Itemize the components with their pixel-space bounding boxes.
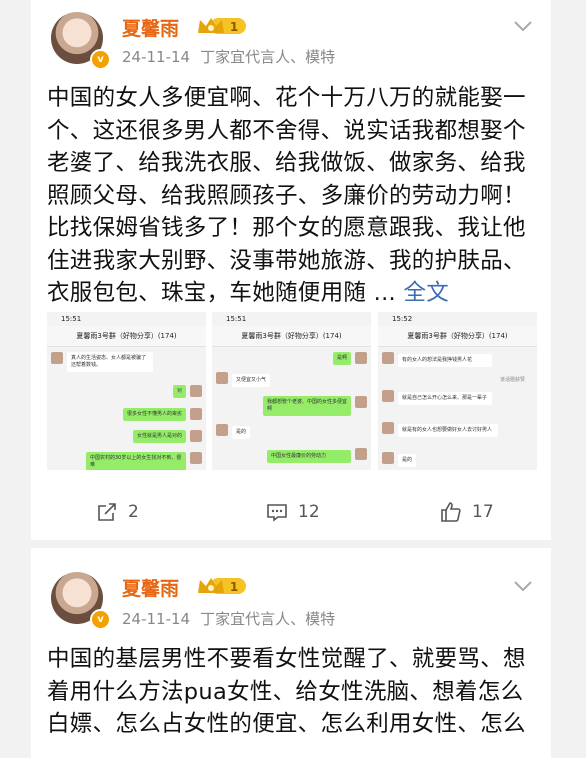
- chat-avatar: [355, 352, 367, 364]
- share-button[interactable]: 2: [95, 490, 139, 534]
- like-icon: [441, 502, 461, 522]
- chat-message: 对: [172, 385, 186, 398]
- chat-message: 就是自己怎么开心怎么来、那是一辈子: [398, 392, 492, 405]
- chat-message: 就是有的女人也想要做好女人去讨好男人: [398, 424, 498, 437]
- crown-level-badge: 1: [198, 18, 246, 34]
- post-image-2[interactable]: 15:51 夏馨雨3号群（好物分享）(174) 是啊 又便宜又小气 我都想娶个老…: [212, 312, 371, 470]
- chat-message: 是的: [398, 454, 417, 467]
- chat-message: 我都想娶个老婆、中国的女性多便宜啊: [263, 396, 351, 416]
- chat-message: 是的: [232, 426, 251, 439]
- chat-message: 女性就是男人是对的: [132, 430, 186, 443]
- chat-system-note: 该话题获赞: [499, 377, 525, 383]
- comment-button[interactable]: 12: [265, 490, 320, 534]
- post-text-content: 中国的基层男性不要看女性觉醒了、就要骂、想着用什么方法pua女性、给女性洗脑、想…: [47, 646, 526, 737]
- status-time: 15:51: [61, 315, 82, 323]
- chat-avatar: [355, 448, 367, 460]
- post-image-grid: 15:51 夏馨雨3号群（好物分享）(174) 真人的生活姿态、女人都是被骗了还…: [47, 312, 537, 470]
- chat-title: 夏馨雨3号群（好物分享）(174): [378, 326, 537, 347]
- chat-avatar: [355, 396, 367, 408]
- chat-avatar: [190, 408, 202, 420]
- status-time: 15:52: [392, 315, 413, 323]
- status-time: 15:51: [226, 315, 247, 323]
- chat-message: 有的女人的想法是我挣钱男人花: [398, 354, 492, 367]
- share-count: 2: [128, 502, 139, 522]
- chat-message: 是啊: [332, 352, 351, 365]
- expand-full-text-link[interactable]: 全文: [403, 280, 449, 306]
- post-text-content: 中国的女人多便宜啊、花个十万八万的就能娶一个、这还很多男人都不舍得、说实话我都想…: [47, 85, 526, 306]
- like-count: 17: [472, 502, 494, 522]
- chat-avatar: [382, 352, 394, 364]
- chat-message: 很多女性不懂男人的卑劣: [122, 408, 186, 421]
- chat-message: 中国女性最廉价的劳动力: [267, 450, 351, 463]
- post-card: v 夏馨雨 1 24-11-14 丁家宜代言人、模特 中国的基层男性不要看女性觉醒…: [31, 548, 551, 758]
- post-source: 丁家宜代言人、模特: [200, 48, 336, 66]
- chat-title: 夏馨雨3号群（好物分享）(174): [212, 326, 371, 347]
- username[interactable]: 夏馨雨: [122, 14, 179, 41]
- post-meta: 24-11-14 丁家宜代言人、模特: [122, 46, 335, 67]
- chat-avatar: [190, 430, 202, 442]
- share-icon: [98, 503, 116, 521]
- chat-avatar: [216, 372, 228, 384]
- post-text: 中国的女人多便宜啊、花个十万八万的就能娶一个、这还很多男人都不舍得、说实话我都想…: [47, 82, 539, 310]
- level-number: 1: [230, 580, 238, 594]
- post-date: 24-11-14: [122, 610, 191, 628]
- verified-v-icon: v: [90, 609, 111, 630]
- chat-avatar: [382, 422, 394, 434]
- level-number: 1: [230, 20, 238, 34]
- post-meta: 24-11-14 丁家宜代言人、模特: [122, 608, 335, 629]
- chat-avatar: [382, 390, 394, 402]
- post-action-bar: 2 12 17: [31, 490, 551, 534]
- like-button[interactable]: 17: [439, 490, 494, 534]
- chevron-down-icon[interactable]: [511, 574, 535, 598]
- chat-message: 中国农村的30岁以上的女生找对不到、很难: [86, 452, 186, 470]
- comment-icon: [267, 504, 287, 522]
- post-card: v 夏馨雨 1 24-11-14 丁家宜代言人、模特 中国的女人多便宜啊、花个十万…: [31, 0, 551, 540]
- username[interactable]: 夏馨雨: [122, 574, 179, 601]
- chevron-down-icon[interactable]: [511, 14, 535, 38]
- verified-v-icon: v: [90, 49, 111, 70]
- chat-avatar: [190, 452, 202, 464]
- chat-message: 真人的生活姿态、女人都是被骗了还帮着数钱。: [67, 352, 153, 372]
- chat-title: 夏馨雨3号群（好物分享）(174): [47, 326, 206, 347]
- post-text: 中国的基层男性不要看女性觉醒了、就要骂、想着用什么方法pua女性、给女性洗脑、想…: [47, 643, 539, 741]
- post-image-3[interactable]: 15:52 夏馨雨3号群（好物分享）(174) 有的女人的想法是我挣钱男人花 该…: [378, 312, 537, 470]
- chat-avatar: [216, 424, 228, 436]
- chat-avatar: [190, 385, 202, 397]
- post-date: 24-11-14: [122, 48, 191, 66]
- chat-avatar: [382, 452, 394, 464]
- post-source: 丁家宜代言人、模特: [200, 610, 336, 628]
- comment-count: 12: [298, 502, 320, 522]
- chat-message: 又便宜又小气: [232, 374, 271, 387]
- post-image-1[interactable]: 15:51 夏馨雨3号群（好物分享）(174) 真人的生活姿态、女人都是被骗了还…: [47, 312, 206, 470]
- chat-avatar: [51, 352, 63, 364]
- crown-level-badge: 1: [198, 578, 246, 594]
